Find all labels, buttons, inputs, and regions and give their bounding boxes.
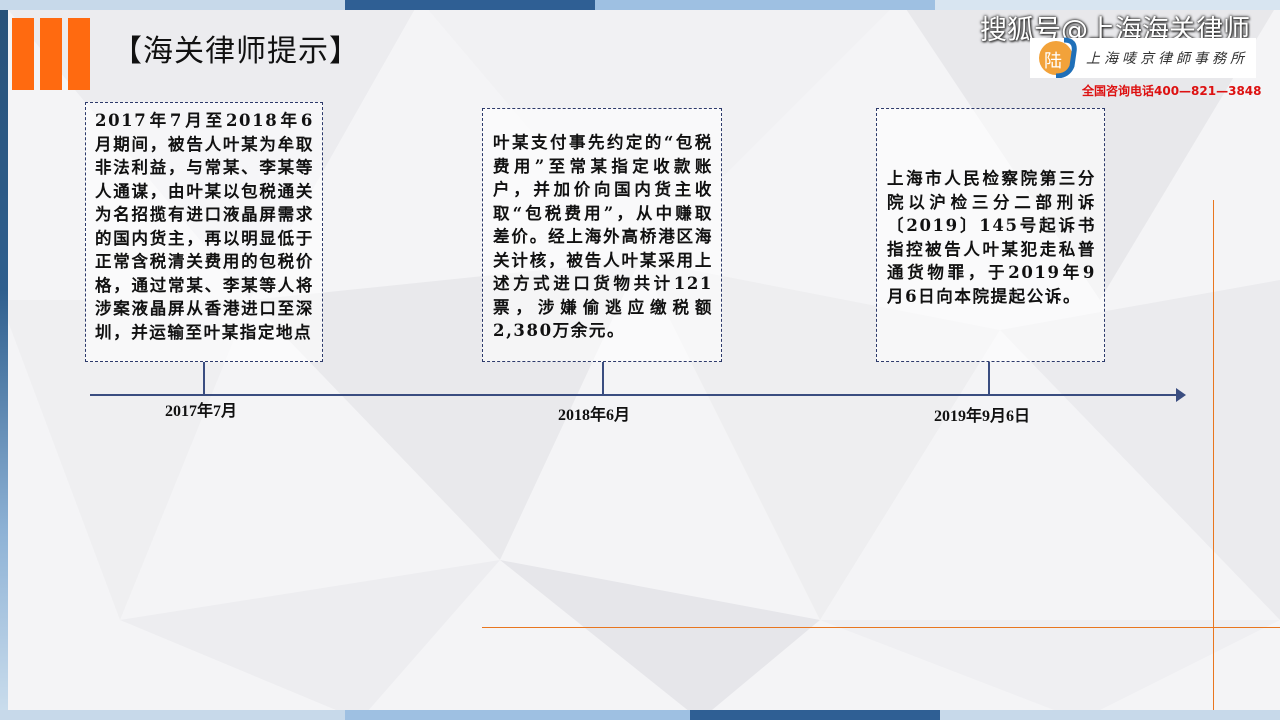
accent-bar [12,18,34,90]
top-band-segment [595,0,935,10]
timeline-event-text: 叶某支付事先约定的“包税费用”至常某指定收款账户，并加价向国内货主收取“包税费用… [493,133,713,340]
bottom-band-segment [345,710,690,720]
accent-bar [68,18,90,90]
timeline-axis [90,394,1182,396]
top-band-segment [345,0,595,10]
timeline-date-label: 2018年6月 [558,407,631,424]
bottom-band-segment [690,710,940,720]
timeline-event-text: 上海市人民检察院第三分院以沪检三分二部刑诉〔2019〕145号起诉书指控被告人叶… [887,169,1096,306]
accent-bar [40,18,62,90]
timeline-event-box: 上海市人民检察院第三分院以沪检三分二部刑诉〔2019〕145号起诉书指控被告人叶… [876,108,1105,362]
bottom-band-segment [0,710,345,720]
law-firm-logo-icon: 陆 [1039,37,1077,78]
page-title: 【海关律师提示】 [112,34,360,69]
timeline-connector [602,362,604,394]
decorative-line [1213,200,1214,710]
decorative-line [482,627,1280,628]
left-edge-strip [0,10,8,710]
bottom-band-segment [940,710,1280,720]
law-firm-name: 上海唛京律師事務所 [1086,51,1248,67]
consult-hotline: 全国咨询电话400—821—3848 [1082,84,1262,98]
timeline-connector [203,362,205,394]
timeline-arrow-icon [1176,388,1186,402]
timeline-date-label: 2019年9月6日 [934,408,1031,425]
logo-mark-char: 陆 [1044,51,1062,72]
timeline-connector [988,362,990,394]
timeline-event-box: 叶某支付事先约定的“包税费用”至常某指定收款账户，并加价向国内货主收取“包税费用… [482,108,722,362]
law-firm-logo: 陆 上海唛京律師事務所 [1030,37,1256,78]
timeline-date-label: 2017年7月 [165,403,238,420]
top-band-segment [0,0,345,10]
timeline-event-text: 2017年7月至2018年6月期间，被告人叶某为牟取非法利益，与常某、李某等人通… [95,111,314,342]
timeline-event-box: 2017年7月至2018年6月期间，被告人叶某为牟取非法利益，与常某、李某等人通… [85,102,323,362]
